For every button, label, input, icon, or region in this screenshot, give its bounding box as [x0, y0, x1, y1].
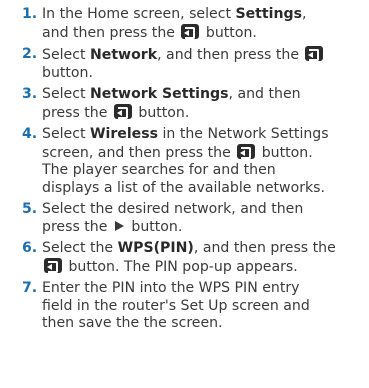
step-7: 7. Enter the PIN into the WPS PIN entry … [22, 280, 310, 331]
keyword-settings: Settings [235, 6, 302, 22]
step-number: 7. [22, 280, 38, 296]
keyword-wireless: Wireless [89, 126, 159, 142]
step-1: 1. In the Home screen, select Settings, … [22, 6, 361, 42]
keyword-network-settings: Network Settings [89, 86, 229, 102]
keyword-wps-pin: WPS(PIN) [117, 240, 194, 256]
step-6: 6. Select the WPS(PIN), and then press t… [22, 240, 336, 275]
play-button-icon [114, 220, 124, 231]
enter-button-icon [181, 23, 200, 39]
step-3: 3. Select Network Settings, and then pre… [22, 86, 301, 121]
enter-button-icon [237, 143, 256, 159]
enter-button-icon [305, 46, 324, 61]
instruction-document: 1. In the Home screen, select Settings, … [0, 0, 369, 388]
step-number: 1. [22, 6, 38, 22]
enter-button-icon [113, 103, 132, 119]
steps-list: 1. In the Home screen, select Settings, … [22, 6, 361, 333]
step-4: 4. Select Wireless in the Network Settin… [22, 126, 329, 196]
step-number: 6. [22, 240, 38, 256]
step-2: 2. Select Network, and then press the bu… [22, 46, 361, 82]
step-number: 3. [22, 86, 38, 102]
step-text: In the Home screen, select Settings, [42, 6, 307, 22]
step-5: 5. Select the desired network, and then … [22, 201, 304, 235]
step-number: 5. [22, 201, 38, 217]
step-number: 2. [22, 46, 38, 62]
step-number: 4. [22, 126, 38, 142]
enter-button-icon [44, 257, 62, 273]
keyword-network: Network [89, 47, 158, 63]
